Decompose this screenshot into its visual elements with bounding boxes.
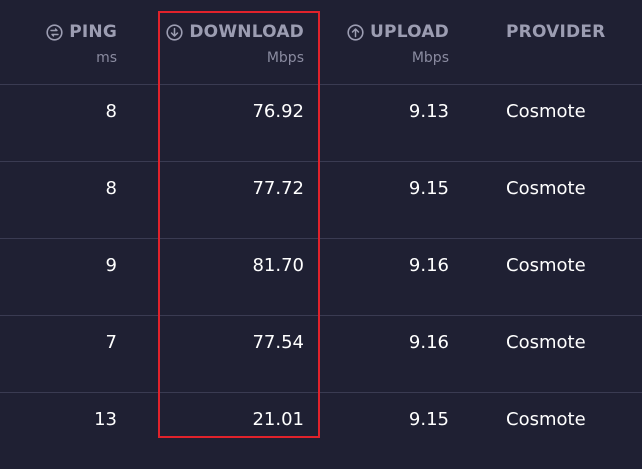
ping-value: 9 [105,255,117,276]
upload-arrow-icon [347,23,364,41]
column-header-provider[interactable]: PROVIDER [506,0,616,84]
provider-value: Cosmote [506,101,586,122]
table-row[interactable]: 13 21.01 9.15 Cosmote [0,393,642,469]
provider-value: Cosmote [506,178,586,199]
ping-value: 7 [105,332,117,353]
upload-header-label: UPLOAD [370,22,449,42]
table-row[interactable]: 9 81.70 9.16 Cosmote [0,239,642,316]
upload-value: 9.15 [408,178,449,199]
ping-icon [46,23,63,41]
download-header-label: DOWNLOAD [189,22,304,42]
ping-value: 8 [105,178,117,199]
upload-value: 9.15 [408,409,449,430]
table-row[interactable]: 8 76.92 9.13 Cosmote [0,85,642,162]
provider-header-label: PROVIDER [506,22,606,42]
column-header-upload[interactable]: UPLOAD Mbps [330,0,449,84]
provider-value: Cosmote [506,332,586,353]
provider-value: Cosmote [506,409,586,430]
ping-unit-label: ms [96,50,117,66]
column-header-ping[interactable]: PING ms [0,0,117,84]
download-value: 77.72 [252,178,304,199]
provider-value: Cosmote [506,255,586,276]
table-row[interactable]: 8 77.72 9.15 Cosmote [0,162,642,239]
download-unit-label: Mbps [266,50,304,66]
ping-value: 8 [105,101,117,122]
download-value: 76.92 [252,101,304,122]
table-row[interactable]: 7 77.54 9.16 Cosmote [0,316,642,393]
download-arrow-icon [166,23,183,41]
upload-unit-label: Mbps [411,50,449,66]
results-table-body: 8 76.92 9.13 Cosmote 8 77.72 9.15 Cosmot… [0,85,642,469]
upload-value: 9.16 [408,255,449,276]
download-value: 81.70 [252,255,304,276]
upload-value: 9.13 [408,101,449,122]
ping-value: 13 [94,409,117,430]
upload-value: 9.16 [408,332,449,353]
download-value: 77.54 [252,332,304,353]
column-header-download[interactable]: DOWNLOAD Mbps [160,0,304,84]
download-value: 21.01 [252,409,304,430]
results-table-header: PING ms DOWNLOAD Mbps UPLOAD Mbps PROVID… [0,0,642,85]
ping-header-label: PING [69,22,117,42]
